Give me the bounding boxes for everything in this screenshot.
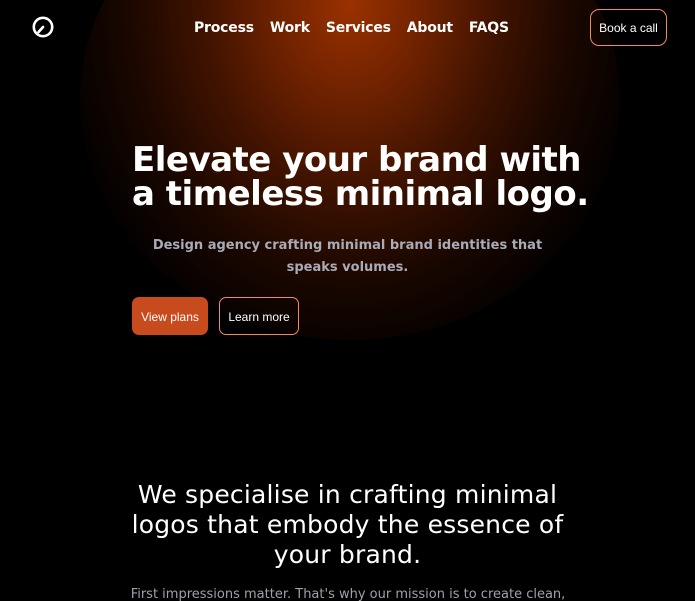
hero-actions: View plans Learn more (132, 297, 299, 335)
learn-more-button[interactable]: Learn more (219, 297, 299, 335)
hero-title: Elevate your brand with a timeless minim… (132, 140, 589, 214)
clock-logo-icon-svg (32, 16, 54, 38)
book-a-call-button[interactable]: Book a call (590, 9, 667, 46)
nav-process-link[interactable]: Process (194, 18, 254, 38)
hero-subtitle: Design agency crafting minimal brand ide… (152, 238, 543, 275)
view-plans-button[interactable]: View plans (132, 297, 208, 335)
section-body: First impressions matter. That's why our… (130, 587, 566, 601)
nav-about-link[interactable]: About (407, 18, 453, 38)
nav-work-link[interactable]: Work (270, 18, 310, 38)
nav-services-link[interactable]: Services (326, 18, 391, 38)
section-title: We specialise in crafting minimal logos … (131, 480, 564, 569)
nav-faqs-link[interactable]: FAQS (469, 18, 509, 38)
top-navigation-bar: Process Work Services About FAQS Book a … (0, 0, 695, 56)
clock-logo-icon[interactable] (31, 15, 55, 39)
primary-navigation: Process Work Services About FAQS (194, 18, 509, 38)
landing-page: Process Work Services About FAQS Book a … (0, 0, 695, 601)
